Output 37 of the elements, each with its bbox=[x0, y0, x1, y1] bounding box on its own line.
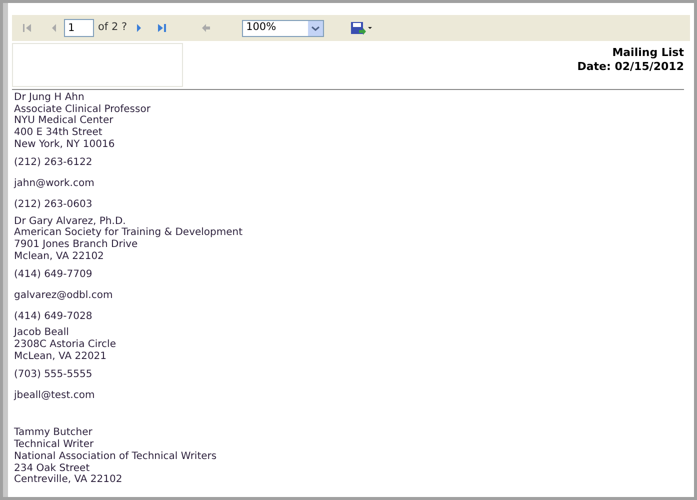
address-line: Technical Writer bbox=[14, 439, 94, 450]
phone-number: (212) 263-6122 bbox=[14, 157, 92, 169]
address-line: Dr Gary Alvarez, Ph.D. bbox=[14, 216, 126, 227]
report-date: Date: 02/15/2012 bbox=[577, 60, 684, 74]
address-line: Tammy Butcher bbox=[14, 427, 92, 438]
chevron-down-icon bbox=[308, 20, 324, 36]
phone-number: (212) 263-0603 bbox=[14, 199, 92, 211]
page-number-field[interactable]: 1 bbox=[64, 19, 94, 37]
email-address: jbeall@test.com bbox=[14, 390, 95, 402]
address-line: 2308C Astoria Circle bbox=[14, 339, 116, 350]
previous-page-icon[interactable] bbox=[50, 23, 58, 33]
back-arrow-icon[interactable] bbox=[201, 23, 212, 33]
first-page-icon[interactable] bbox=[22, 23, 32, 33]
address-line: New York, NY 10016 bbox=[14, 138, 115, 150]
phone-number: (414) 649-7709 bbox=[14, 268, 92, 281]
email-address: jahn@work.com bbox=[14, 178, 94, 190]
last-page-icon[interactable] bbox=[157, 23, 168, 33]
email-address: galvarez@odbl.com bbox=[14, 290, 113, 302]
address-line: Centreville, VA 22102 bbox=[14, 474, 122, 486]
address-line: 7901 Jones Branch Drive bbox=[14, 238, 138, 250]
report-title: Mailing List bbox=[612, 46, 684, 60]
phone-number: (703) 555-5555 bbox=[14, 369, 92, 381]
address-line: Associate Clinical Professor bbox=[14, 104, 150, 115]
address-line: 234 Oak Street bbox=[14, 462, 90, 474]
address-line: Mclean, VA 22102 bbox=[14, 250, 104, 262]
phone-number: (414) 649-7028 bbox=[14, 310, 92, 323]
next-page-icon[interactable] bbox=[135, 23, 144, 33]
address-line: NYU Medical Center bbox=[14, 115, 114, 126]
address-line: Dr Jung H Ahn bbox=[14, 92, 84, 103]
zoom-dropdown[interactable]: 100% bbox=[242, 20, 324, 36]
save-icon[interactable] bbox=[350, 21, 372, 35]
address-line: Jacob Beall bbox=[14, 327, 69, 338]
address-line: 400 E 34th Street bbox=[14, 127, 102, 138]
page-count: of 2 ? bbox=[98, 20, 128, 36]
address-line: McLean, VA 22021 bbox=[14, 350, 107, 362]
address-line: American Society for Training & Development bbox=[14, 227, 243, 238]
address-line: National Association of Technical Writers bbox=[14, 450, 217, 462]
